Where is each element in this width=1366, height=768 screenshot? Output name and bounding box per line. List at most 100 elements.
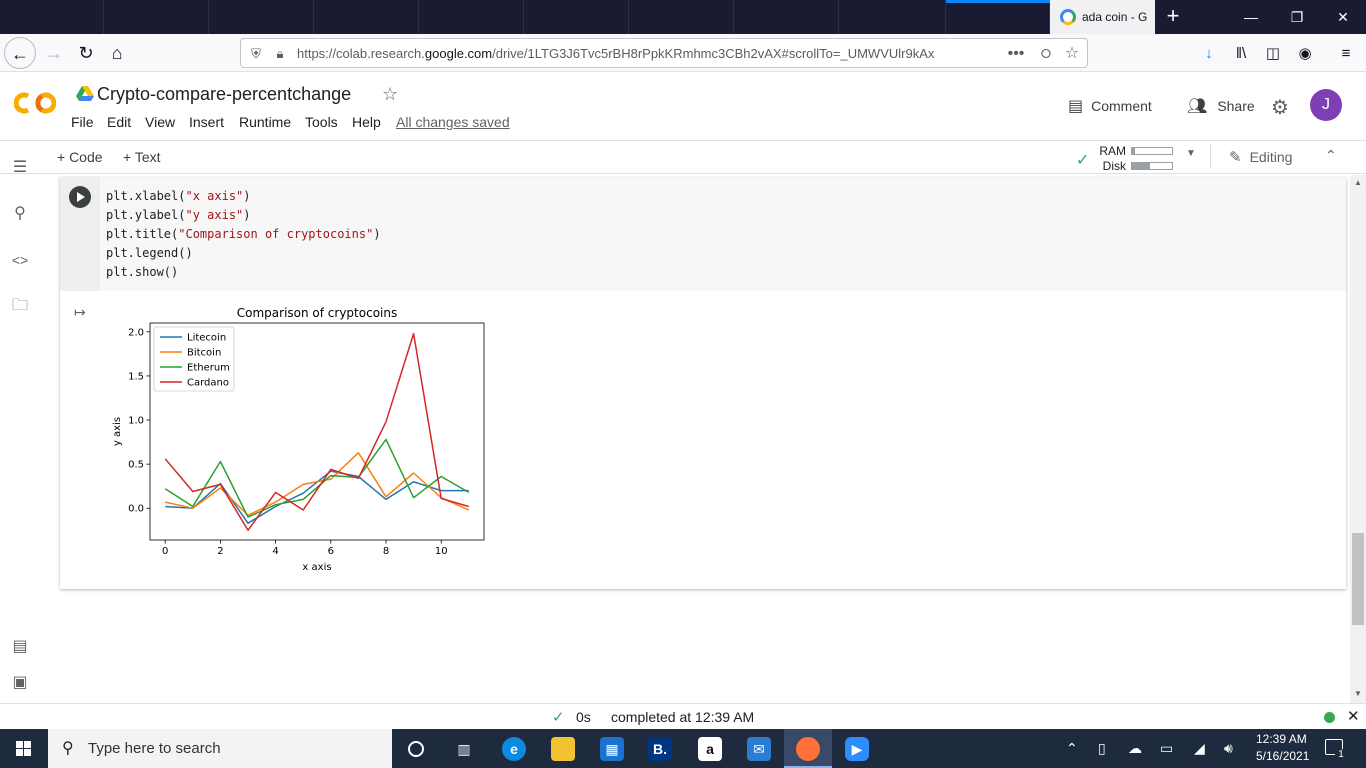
- comment-button[interactable]: ▤ Comment: [1068, 93, 1152, 119]
- booking-icon[interactable]: B.: [636, 729, 684, 768]
- menu-runtime[interactable]: Runtime: [239, 114, 291, 130]
- run-cell-button[interactable]: [69, 186, 91, 208]
- browser-tab[interactable]: [734, 0, 839, 34]
- sidebar-icon[interactable]: ◫: [1263, 44, 1283, 64]
- lock-icon[interactable]: 🔒︎: [271, 45, 289, 63]
- firefox-icon[interactable]: [784, 729, 832, 768]
- scrollbar-thumb[interactable]: [1352, 533, 1364, 625]
- wifi-icon[interactable]: ◢: [1194, 740, 1205, 757]
- google-drive-icon[interactable]: [76, 86, 94, 102]
- url-text[interactable]: https://colab.research.google.com/drive/…: [297, 46, 934, 61]
- browser-tab[interactable]: [209, 0, 314, 34]
- browser-tab[interactable]: [946, 0, 1050, 34]
- add-code-button[interactable]: + Code: [57, 149, 103, 165]
- volume-icon[interactable]: 🔊︎: [1224, 740, 1233, 757]
- onedrive-cloud-icon[interactable]: ☁: [1128, 740, 1142, 757]
- minimize-button[interactable]: —: [1228, 0, 1274, 34]
- terminal-icon[interactable]: ▣: [10, 673, 30, 693]
- code-snippets-icon[interactable]: <>: [10, 250, 30, 270]
- account-icon[interactable]: ◉: [1295, 44, 1315, 64]
- y-tick-label: 1.0: [128, 416, 144, 427]
- tab-loading-indicator: [946, 0, 1050, 3]
- table-of-contents-icon[interactable]: ☰: [10, 158, 30, 178]
- output-menu-icon[interactable]: ↦: [74, 304, 86, 321]
- x-tick-label: 0: [162, 546, 168, 557]
- hamburger-menu-icon[interactable]: ≡: [1336, 44, 1356, 64]
- taskbar-search[interactable]: ⚲ Type here to search: [48, 729, 392, 768]
- mail-icon[interactable]: ✉: [735, 729, 783, 768]
- chevron-down-icon[interactable]: ▼: [1186, 148, 1196, 159]
- clock-time[interactable]: 12:39 AM: [1256, 732, 1307, 746]
- scroll-up-arrow[interactable]: ▲: [1350, 178, 1366, 187]
- clock-date[interactable]: 5/16/2021: [1256, 749, 1309, 763]
- people-icon: 👥︎: [1187, 98, 1208, 115]
- menu-edit[interactable]: Edit: [107, 114, 131, 130]
- cortana-icon[interactable]: [392, 729, 440, 768]
- save-status-link[interactable]: All changes saved: [396, 114, 510, 130]
- scroll-down-arrow[interactable]: ▼: [1350, 689, 1366, 698]
- pocket-icon[interactable]: ⭘: [1037, 45, 1055, 63]
- browser-tab[interactable]: [0, 0, 104, 34]
- forward-arrow-icon[interactable]: →: [38, 37, 70, 69]
- close-window-button[interactable]: ✕: [1320, 0, 1366, 34]
- browser-tab[interactable]: [419, 0, 524, 34]
- file-explorer-icon[interactable]: [539, 729, 587, 768]
- star-icon[interactable]: ☆: [382, 84, 398, 105]
- download-icon[interactable]: ↓: [1199, 44, 1219, 64]
- code-line: plt.show(): [106, 265, 179, 279]
- browser-tab[interactable]: [104, 0, 209, 34]
- library-icon[interactable]: ‖\: [1231, 44, 1251, 64]
- windows-start-icon[interactable]: [0, 729, 48, 768]
- browser-tab-strip: ada coin - G + — ❐ ✕: [0, 0, 1366, 34]
- execution-status-text: completed at 12:39 AM: [611, 709, 755, 725]
- menu-help[interactable]: Help: [352, 114, 381, 130]
- vertical-scrollbar[interactable]: ▲ ▼: [1350, 175, 1366, 703]
- comment-icon: ▤: [1068, 98, 1084, 115]
- menu-insert[interactable]: Insert: [189, 114, 224, 130]
- menu-view[interactable]: View: [145, 114, 175, 130]
- browser-tab[interactable]: [839, 0, 946, 34]
- x-tick-label: 2: [217, 546, 223, 557]
- more-dots-icon[interactable]: •••: [1007, 45, 1025, 63]
- resource-monitor[interactable]: ✓ RAM Disk: [1076, 144, 1196, 173]
- zoom-icon[interactable]: ▶: [833, 729, 881, 768]
- code-line: plt.title("Comparison of cryptocoins"): [106, 227, 381, 241]
- editing-mode-button[interactable]: ✎ Editing: [1229, 148, 1292, 166]
- chevron-up-icon[interactable]: ⌃: [1325, 147, 1337, 164]
- gear-icon[interactable]: ⚙: [1271, 95, 1289, 120]
- avatar[interactable]: J: [1310, 89, 1342, 121]
- browser-tab[interactable]: [524, 0, 629, 34]
- home-icon[interactable]: ⌂: [101, 37, 133, 69]
- task-view-icon[interactable]: ▥: [440, 729, 488, 768]
- back-arrow-icon[interactable]: ←: [4, 37, 36, 69]
- search-icon[interactable]: ⚲: [10, 204, 30, 224]
- check-icon: ✓: [552, 709, 565, 726]
- device-icon[interactable]: ▯: [1098, 740, 1106, 757]
- notebook-title[interactable]: Crypto-compare-percentchange: [97, 84, 351, 105]
- close-icon[interactable]: ✕: [1347, 707, 1360, 725]
- folder-icon[interactable]: 🗀︎: [10, 296, 30, 316]
- star-icon[interactable]: ☆: [1063, 45, 1081, 63]
- reload-icon[interactable]: ↻: [70, 37, 102, 69]
- add-text-button[interactable]: + Text: [123, 149, 161, 165]
- restore-button[interactable]: ❐: [1274, 0, 1320, 34]
- amazon-icon[interactable]: a: [686, 729, 734, 768]
- edge-browser-icon[interactable]: e: [490, 729, 538, 768]
- battery-icon[interactable]: ▭: [1160, 740, 1173, 757]
- colab-logo[interactable]: [14, 88, 56, 118]
- code-editor[interactable]: plt.xlabel("x axis") plt.ylabel("y axis"…: [100, 177, 1346, 291]
- url-bar[interactable]: ⛨ 🔒︎ https://colab.research.google.com/d…: [240, 38, 1088, 68]
- new-tab-button[interactable]: +: [1160, 4, 1186, 30]
- command-palette-icon[interactable]: ▤: [10, 637, 30, 657]
- menu-file[interactable]: File: [71, 114, 94, 130]
- active-browser-tab[interactable]: ada coin - G: [1050, 0, 1155, 34]
- browser-tab[interactable]: [314, 0, 419, 34]
- x-tick-label: 10: [435, 546, 448, 557]
- code-cell[interactable]: plt.xlabel("x axis") plt.ylabel("y axis"…: [60, 177, 1346, 589]
- menu-tools[interactable]: Tools: [305, 114, 338, 130]
- shield-icon[interactable]: ⛨: [247, 45, 265, 63]
- share-button[interactable]: 👥︎ Share: [1187, 93, 1255, 119]
- browser-tab[interactable]: [629, 0, 734, 34]
- chevron-up-icon[interactable]: ⌃: [1066, 740, 1078, 757]
- store-icon[interactable]: ▦: [588, 729, 636, 768]
